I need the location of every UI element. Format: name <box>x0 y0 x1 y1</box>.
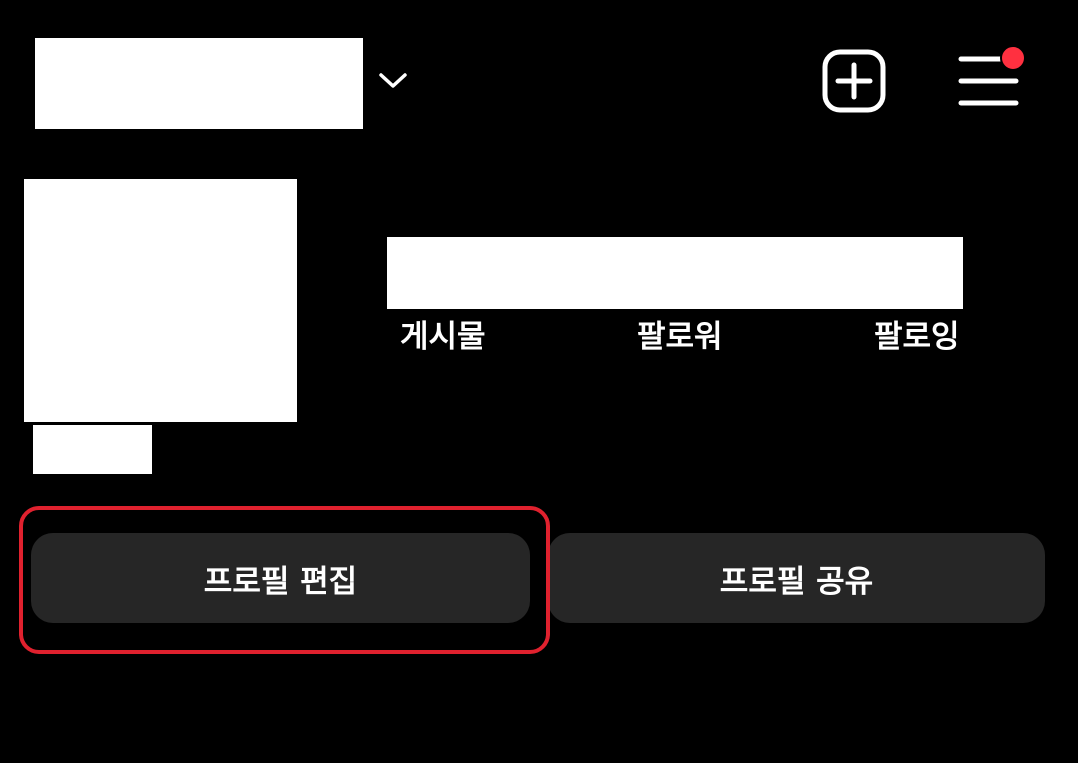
stat-followers-label[interactable]: 팔로워 <box>637 314 723 360</box>
notification-dot <box>1000 45 1026 71</box>
display-name-redacted <box>33 425 152 474</box>
hamburger-menu-icon <box>958 45 1026 106</box>
edit-profile-button[interactable]: 프로필 편집 <box>31 533 530 623</box>
share-profile-button[interactable]: 프로필 공유 <box>548 533 1045 623</box>
username-redacted[interactable] <box>35 38 363 129</box>
avatar[interactable] <box>24 179 297 422</box>
stats-counts-redacted <box>387 237 963 309</box>
plus-square-icon <box>822 49 886 113</box>
stat-following-label[interactable]: 팔로잉 <box>874 314 960 360</box>
stat-posts-label[interactable]: 게시물 <box>400 314 486 360</box>
create-button[interactable] <box>820 47 888 115</box>
menu-button[interactable] <box>950 40 1030 116</box>
chevron-down-icon[interactable] <box>376 66 410 94</box>
